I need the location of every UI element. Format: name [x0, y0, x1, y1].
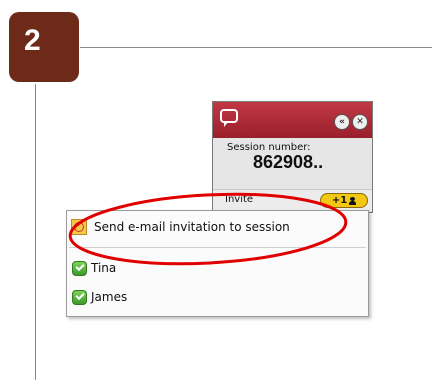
step-number: 2	[24, 24, 41, 57]
session-panel: « ✕ Session number: 862908.. Invite +1	[212, 101, 373, 213]
close-button[interactable]: ✕	[352, 114, 368, 130]
online-contact-icon	[72, 289, 87, 305]
invite-row: Invite +1	[213, 189, 372, 212]
menu-item-contact-james[interactable]: James	[67, 285, 368, 309]
contact-name: James	[91, 290, 128, 304]
add-participant-button[interactable]: +1	[320, 193, 368, 208]
menu-item-label: Send e-mail invitation to session	[94, 220, 290, 234]
contact-name: Tina	[91, 261, 117, 275]
step-number-badge: 2	[9, 12, 79, 82]
online-contact-icon	[72, 260, 87, 276]
collapse-button[interactable]: «	[334, 114, 350, 130]
frame-top-border	[80, 47, 432, 48]
person-icon	[349, 196, 357, 205]
session-number-value: 862908..	[253, 152, 324, 172]
session-info: Session number: 862908..	[213, 138, 372, 173]
invite-label: Invite	[225, 194, 254, 205]
session-panel-header: « ✕	[213, 102, 372, 138]
email-invitation-icon	[71, 219, 87, 235]
frame-left-border	[35, 84, 36, 380]
add-participant-button-label: +1	[331, 195, 348, 206]
menu-separator	[69, 247, 366, 248]
menu-item-contact-tina[interactable]: Tina	[67, 256, 368, 280]
menu-item-send-email-invitation[interactable]: Send e-mail invitation to session	[67, 215, 368, 239]
invite-dropdown-menu: Send e-mail invitation to session Tina J…	[66, 210, 369, 317]
chat-bubble-icon	[220, 109, 238, 127]
